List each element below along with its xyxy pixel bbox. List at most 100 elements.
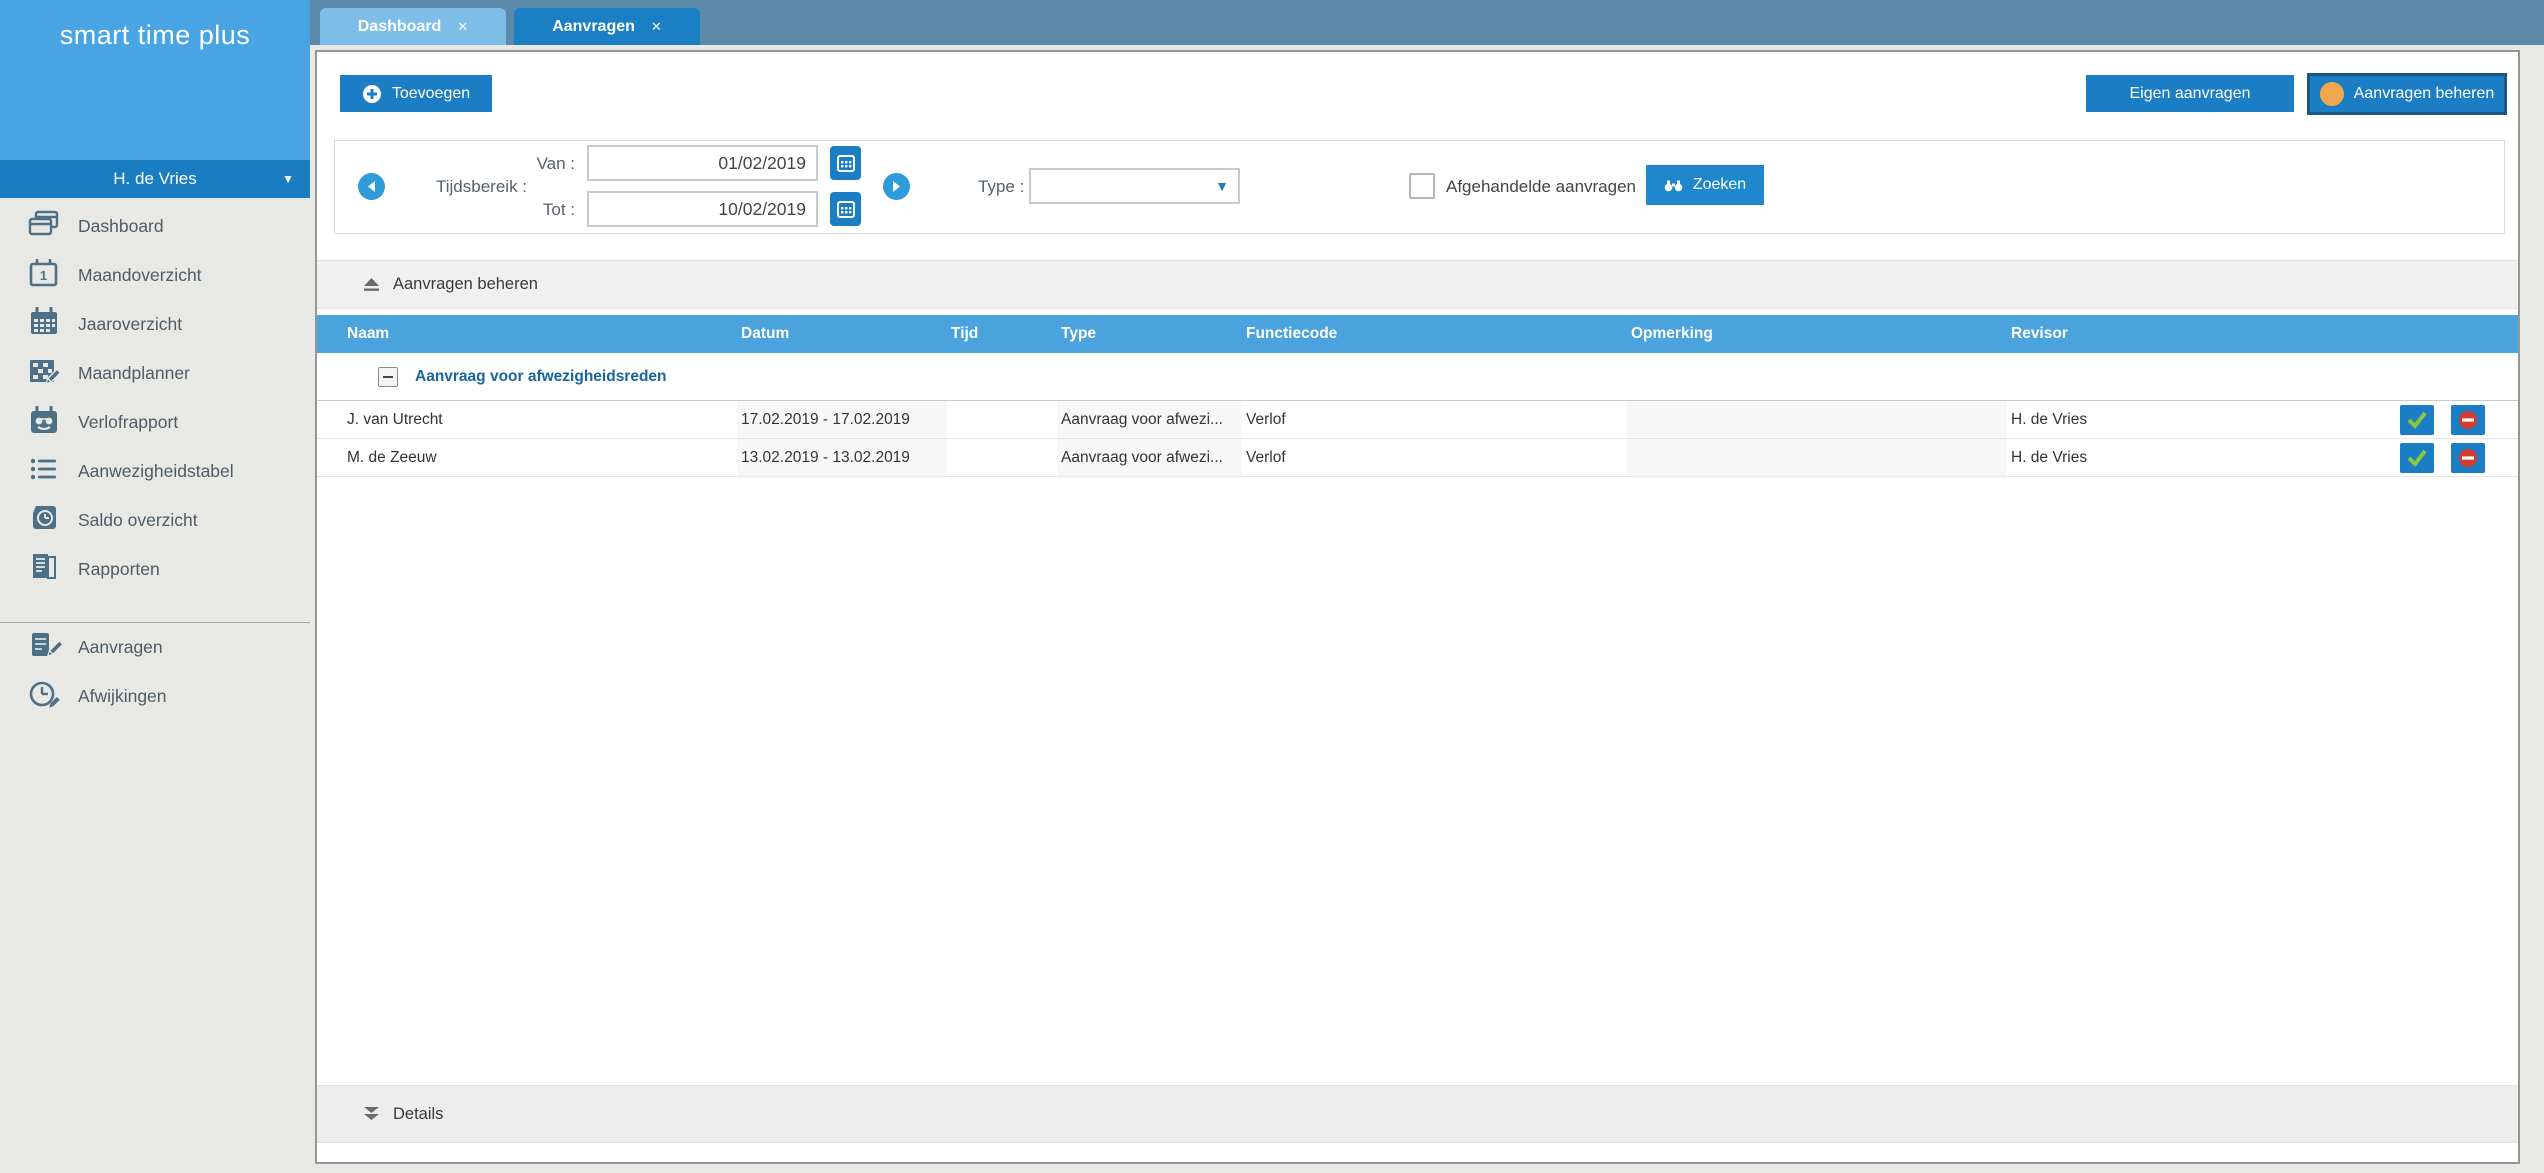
plus-circle-icon: [362, 84, 382, 104]
arrow-right-icon: [890, 180, 903, 193]
next-period-button[interactable]: [883, 173, 910, 200]
sidebar-item-label: Aanvragen: [78, 637, 163, 658]
cell-opmerking: [1627, 439, 2007, 476]
cell-naam: J. van Utrecht: [317, 401, 737, 438]
tab-dashboard[interactable]: Dashboard ✕: [320, 8, 506, 45]
to-calendar-button[interactable]: [830, 192, 861, 226]
manage-requests-button[interactable]: Aanvragen beheren: [2307, 73, 2507, 115]
sidebar-item-label: Saldo overzicht: [78, 510, 198, 531]
search-button-label: Zoeken: [1693, 176, 1746, 194]
group-label: Aanvraag voor afwezigheidsreden: [415, 368, 667, 386]
table-row[interactable]: J. van Utrecht 17.02.2019 - 17.02.2019 A…: [317, 401, 2518, 439]
sidebar-item-jaaroverzicht[interactable]: Jaaroverzicht: [0, 300, 310, 349]
cell-functiecode: Verlof: [1242, 401, 1627, 438]
column-header-naam[interactable]: Naam: [317, 325, 737, 343]
calendar-icon: [836, 153, 856, 173]
section-title: Aanvragen beheren: [393, 275, 538, 294]
sidebar-item-aanwezigheidstabel[interactable]: Aanwezigheidstabel: [0, 447, 310, 496]
tab-aanvragen-close-icon[interactable]: ✕: [651, 19, 662, 35]
tab-aanvragen[interactable]: Aanvragen ✕: [514, 8, 700, 45]
sidebar-item-label: Rapporten: [78, 559, 160, 580]
column-header-functiecode[interactable]: Functiecode: [1242, 325, 1627, 343]
deny-icon: [2457, 409, 2479, 431]
cell-datum: 13.02.2019 - 13.02.2019: [737, 439, 947, 476]
completed-requests-checkbox[interactable]: [1409, 173, 1435, 199]
table-row[interactable]: M. de Zeeuw 13.02.2019 - 13.02.2019 Aanv…: [317, 439, 2518, 477]
sidebar-item-label: Aanwezigheidstabel: [78, 461, 234, 482]
user-menu[interactable]: H. de Vries ▼: [0, 160, 310, 198]
cell-type: Aanvraag voor afwezi...: [1057, 439, 1242, 476]
sidebar-menu-secondary: Aanvragen Afwijkingen: [0, 623, 310, 721]
sidebar-item-rapporten[interactable]: Rapporten: [0, 545, 310, 594]
check-icon: [2406, 449, 2428, 467]
book-pencil-icon: [26, 627, 62, 668]
table-header: Naam Datum Tijd Type Functiecode Opmerki…: [317, 315, 2518, 353]
type-select[interactable]: ▼: [1029, 168, 1240, 204]
add-button[interactable]: Toevoegen: [340, 75, 492, 112]
approve-button[interactable]: [2400, 405, 2434, 435]
from-label: Van :: [515, 154, 575, 174]
sidebar-item-label: Afwijkingen: [78, 686, 167, 707]
from-calendar-button[interactable]: [830, 146, 861, 180]
tab-strip: Dashboard ✕ Aanvragen ✕: [310, 0, 2544, 45]
sidebar-item-saldo-overzicht[interactable]: Saldo overzicht: [0, 496, 310, 545]
tab-dashboard-close-icon[interactable]: ✕: [457, 19, 468, 35]
column-header-datum[interactable]: Datum: [737, 325, 947, 343]
list-icon: [26, 451, 62, 492]
reject-button[interactable]: [2451, 405, 2485, 435]
main-panel: Toevoegen Eigen aanvragen Aanvragen behe…: [315, 50, 2520, 1164]
filter-bar: Tijdsbereik : Van : Tot : Type : ▼ Afgeh…: [334, 140, 2505, 234]
column-header-revisor[interactable]: Revisor: [2007, 325, 2392, 343]
own-requests-button[interactable]: Eigen aanvragen: [2086, 75, 2294, 112]
cell-functiecode: Verlof: [1242, 439, 1627, 476]
sidebar-item-label: Maandplanner: [78, 363, 190, 384]
svg-text:1: 1: [40, 268, 47, 283]
approve-button[interactable]: [2400, 443, 2434, 473]
sidebar-item-label: Jaaroverzicht: [78, 314, 182, 335]
sidebar-item-aanvragen[interactable]: Aanvragen: [0, 623, 310, 672]
cell-naam: M. de Zeeuw: [317, 439, 737, 476]
clock-square-icon: [26, 500, 62, 541]
binoculars-icon: [1664, 179, 1683, 192]
cell-type: Aanvraag voor afwezi...: [1057, 401, 1242, 438]
cell-opmerking: [1627, 401, 2007, 438]
search-button[interactable]: Zoeken: [1646, 165, 1764, 205]
collapse-group-icon[interactable]: [378, 367, 398, 387]
sidebar-item-dashboard[interactable]: Dashboard: [0, 202, 310, 251]
table-group-row[interactable]: Aanvraag voor afwezigheidsreden: [317, 353, 2518, 401]
own-requests-label: Eigen aanvragen: [2130, 85, 2251, 103]
column-header-opmerking[interactable]: Opmerking: [1627, 325, 2007, 343]
previous-period-button[interactable]: [358, 173, 385, 200]
to-date-input[interactable]: [587, 191, 818, 227]
app-logo: smart time plus: [0, 0, 310, 160]
sidebar-item-afwijkingen[interactable]: Afwijkingen: [0, 672, 310, 721]
cell-tijd: [947, 439, 1057, 476]
from-date-input[interactable]: [587, 145, 818, 181]
section-header-aanvragen-beheren[interactable]: Aanvragen beheren: [317, 260, 2518, 309]
column-header-type[interactable]: Type: [1057, 325, 1242, 343]
app-root: { "logo": { "text": "smart time plus" },…: [0, 0, 2544, 1173]
arrow-left-icon: [365, 180, 378, 193]
chevron-down-icon: ▼: [282, 172, 294, 186]
sidebar-item-maandplanner[interactable]: Maandplanner: [0, 349, 310, 398]
dropdown-arrow-icon: ▼: [1215, 178, 1229, 194]
reject-button[interactable]: [2451, 443, 2485, 473]
add-button-label: Toevoegen: [392, 85, 470, 103]
calendar-vacation-icon: [26, 402, 62, 443]
calendar-pencil-icon: [26, 353, 62, 394]
details-expander[interactable]: Details: [317, 1085, 2518, 1143]
tab-aanvragen-label: Aanvragen: [552, 18, 635, 36]
type-label: Type :: [978, 177, 1024, 197]
range-label: Tijdsbereik :: [436, 177, 527, 197]
sidebar: smart time plus H. de Vries ▼ Dashboard …: [0, 0, 310, 1173]
sidebar-item-verlofrapport[interactable]: Verlofrapport: [0, 398, 310, 447]
cell-tijd: [947, 401, 1057, 438]
calendar-day-icon: 1: [26, 255, 62, 296]
collapse-up-icon: [363, 278, 380, 292]
sidebar-item-label: Maandoverzicht: [78, 265, 202, 286]
details-label: Details: [393, 1105, 443, 1124]
sidebar-menu: Dashboard 1 Maandoverzicht Jaaroverzich: [0, 198, 310, 594]
sidebar-item-maandoverzicht[interactable]: 1 Maandoverzicht: [0, 251, 310, 300]
cell-datum: 17.02.2019 - 17.02.2019: [737, 401, 947, 438]
column-header-tijd[interactable]: Tijd: [947, 325, 1057, 343]
